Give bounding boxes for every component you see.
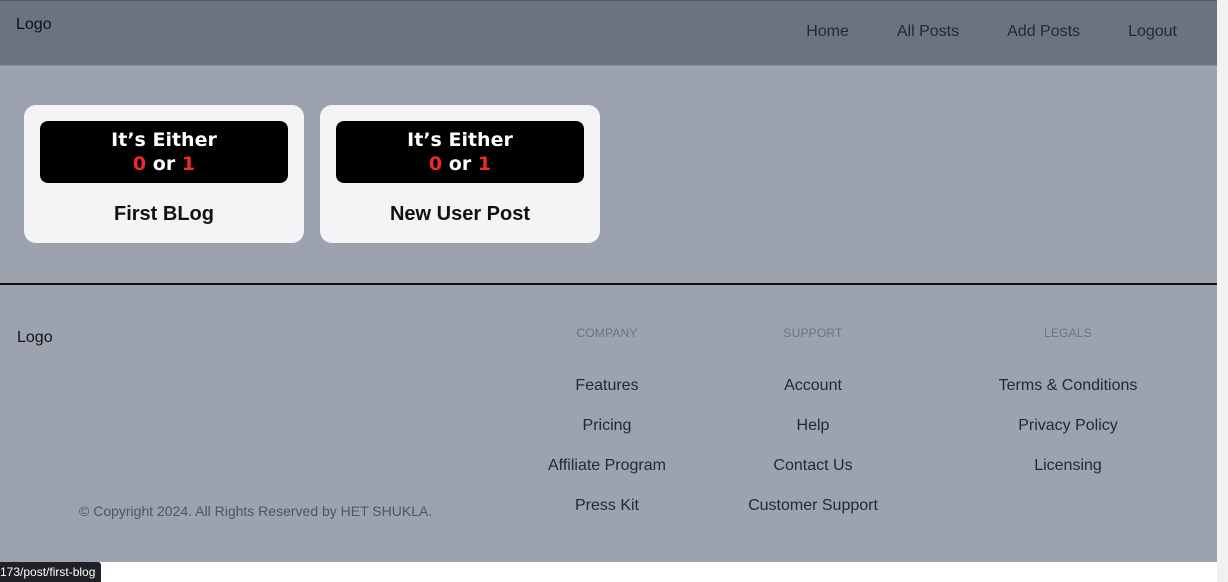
thumbnail-subline: 0 or 1: [133, 152, 195, 176]
footer-link-licensing[interactable]: Licensing: [978, 456, 1158, 476]
post-card[interactable]: It’s Either 0 or 1 New User Post: [320, 105, 600, 243]
main-nav: Home All Posts Add Posts Logout: [806, 23, 1177, 41]
post-thumbnail: It’s Either 0 or 1: [40, 121, 288, 183]
footer-link-press-kit[interactable]: Press Kit: [527, 496, 687, 516]
thumbnail-zero: 0: [428, 153, 443, 175]
footer-heading-company: COMPANY: [576, 326, 638, 340]
footer-link-features[interactable]: Features: [527, 376, 687, 396]
thumbnail-or: or: [152, 153, 176, 175]
footer-link-affiliate-program[interactable]: Affiliate Program: [527, 456, 687, 476]
footer-link-privacy-policy[interactable]: Privacy Policy: [978, 416, 1158, 436]
post-card[interactable]: It’s Either 0 or 1 First BLog: [24, 105, 304, 243]
thumbnail-one: 1: [181, 153, 196, 175]
footer-link-terms[interactable]: Terms & Conditions: [978, 376, 1158, 396]
status-bar-url: 173/post/first-blog: [0, 562, 102, 582]
thumbnail-one: 1: [477, 153, 492, 175]
site-footer: Logo © Copyright 2024. All Rights Reserv…: [0, 285, 1217, 562]
footer-link-pricing[interactable]: Pricing: [527, 416, 687, 436]
post-title: New User Post: [389, 203, 531, 225]
thumbnail-subline: 0 or 1: [429, 152, 491, 176]
window-edge: [1217, 0, 1228, 582]
post-thumbnail: It’s Either 0 or 1: [336, 121, 584, 183]
footer-column-legals: LEGALS Terms & Conditions Privacy Policy…: [978, 326, 1158, 496]
post-list: It’s Either 0 or 1 First BLog It’s Eithe…: [24, 105, 600, 243]
nav-logout-link[interactable]: Logout: [1128, 23, 1177, 41]
nav-home-link[interactable]: Home: [806, 23, 849, 41]
footer-link-help[interactable]: Help: [733, 416, 893, 436]
footer-link-account[interactable]: Account: [733, 376, 893, 396]
copyright-text: © Copyright 2024. All Rights Reserved by…: [79, 503, 433, 519]
footer-logo[interactable]: Logo: [17, 329, 53, 347]
thumbnail-or: or: [448, 153, 472, 175]
footer-link-customer-support[interactable]: Customer Support: [733, 496, 893, 516]
site-header: Logo Home All Posts Add Posts Logout: [0, 0, 1217, 65]
footer-heading-legals: LEGALS: [1044, 326, 1092, 340]
header-logo[interactable]: Logo: [16, 16, 52, 34]
thumbnail-headline: It’s Either: [407, 129, 513, 151]
thumbnail-zero: 0: [132, 153, 147, 175]
footer-column-company: COMPANY Features Pricing Affiliate Progr…: [527, 326, 687, 536]
nav-all-posts-link[interactable]: All Posts: [897, 23, 959, 41]
nav-add-posts-link[interactable]: Add Posts: [1007, 23, 1080, 41]
app-root: Logo Home All Posts Add Posts Logout It’…: [0, 0, 1217, 562]
footer-link-contact-us[interactable]: Contact Us: [733, 456, 893, 476]
footer-column-support: SUPPORT Account Help Contact Us Customer…: [733, 326, 893, 536]
post-title: First BLog: [114, 203, 214, 225]
thumbnail-headline: It’s Either: [111, 129, 217, 151]
footer-heading-support: SUPPORT: [783, 326, 843, 340]
page: Logo Home All Posts Add Posts Logout It’…: [0, 0, 1217, 582]
